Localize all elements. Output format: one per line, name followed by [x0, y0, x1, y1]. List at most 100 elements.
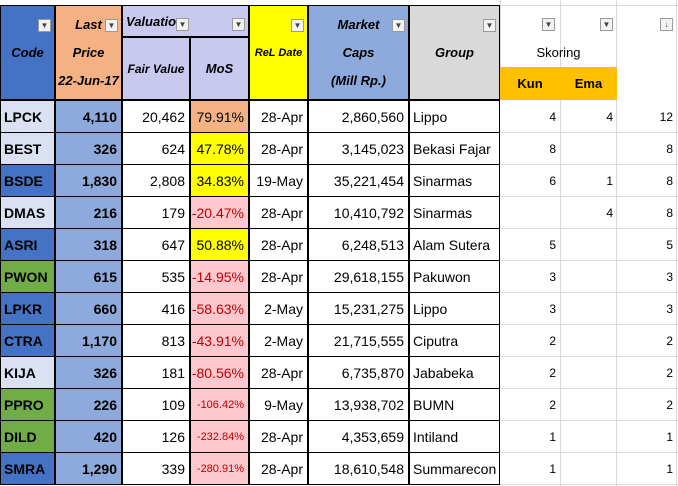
cell-ema[interactable]: 1	[560, 164, 617, 197]
cell-caps[interactable]: 6,248,513	[308, 228, 409, 261]
cell-total[interactable]: 1	[617, 452, 677, 485]
cell-code[interactable]: ASRI	[0, 228, 55, 261]
cell-ema[interactable]	[560, 420, 617, 453]
cell-caps[interactable]: 21,715,555	[308, 324, 409, 357]
cell-group[interactable]: Bekasi Fajar	[409, 132, 500, 165]
cell-mos[interactable]: -58.63%	[190, 292, 249, 325]
cell-total[interactable]: 2	[617, 388, 677, 421]
cell-mos[interactable]: -20.47%	[190, 196, 249, 229]
cell-fair[interactable]: 109	[122, 388, 190, 421]
cell-price[interactable]: 4,110	[55, 100, 122, 133]
cell-ema[interactable]	[560, 388, 617, 421]
cell-date[interactable]: 28-Apr	[249, 196, 308, 229]
cell-kun[interactable]: 1	[500, 452, 560, 485]
cell-group[interactable]: Alam Sutera	[409, 228, 500, 261]
cell-mos[interactable]: 34.83%	[190, 164, 249, 197]
cell-date[interactable]: 28-Apr	[249, 228, 308, 261]
cell-price[interactable]: 615	[55, 260, 122, 293]
cell-price[interactable]: 1,170	[55, 324, 122, 357]
cell-kun[interactable]: 8	[500, 132, 560, 165]
cell-total[interactable]: 2	[617, 356, 677, 389]
cell-date[interactable]: 28-Apr	[249, 356, 308, 389]
cell-caps[interactable]: 10,410,792	[308, 196, 409, 229]
filter-dropdown-icon[interactable]: ▼	[232, 18, 245, 31]
cell-group[interactable]: Pakuwon	[409, 260, 500, 293]
cell-mos[interactable]: -232.84%	[190, 420, 249, 453]
cell-ema[interactable]: 4	[560, 100, 617, 133]
cell-caps[interactable]: 2,860,560	[308, 100, 409, 133]
cell-code[interactable]: BSDE	[0, 164, 55, 197]
sort-descending-icon[interactable]: ↓	[660, 18, 673, 31]
cell-date[interactable]: 9-May	[249, 388, 308, 421]
cell-date[interactable]: 28-Apr	[249, 100, 308, 133]
filter-dropdown-icon[interactable]: ▼	[483, 19, 496, 32]
cell-mos[interactable]: 47.78%	[190, 132, 249, 165]
cell-price[interactable]: 420	[55, 420, 122, 453]
cell-caps[interactable]: 18,610,548	[308, 452, 409, 485]
cell-total[interactable]: 3	[617, 260, 677, 293]
cell-fair[interactable]: 624	[122, 132, 190, 165]
cell-group[interactable]: Sinarmas	[409, 196, 500, 229]
cell-code[interactable]: PWON	[0, 260, 55, 293]
cell-group[interactable]: Lippo	[409, 100, 500, 133]
cell-code[interactable]: DILD	[0, 420, 55, 453]
cell-mos[interactable]: 50.88%	[190, 228, 249, 261]
cell-mos[interactable]: -106.42%	[190, 388, 249, 421]
cell-group[interactable]: Summarecon	[409, 452, 500, 485]
cell-total[interactable]: 2	[617, 324, 677, 357]
filter-dropdown-icon[interactable]: ▼	[392, 19, 405, 32]
cell-code[interactable]: DMAS	[0, 196, 55, 229]
cell-total[interactable]: 12	[617, 100, 677, 133]
cell-caps[interactable]: 35,221,454	[308, 164, 409, 197]
cell-ema[interactable]	[560, 292, 617, 325]
cell-kun[interactable]: 2	[500, 388, 560, 421]
cell-group[interactable]: Intiland	[409, 420, 500, 453]
filter-dropdown-icon[interactable]: ▼	[291, 19, 304, 32]
cell-fair[interactable]: 535	[122, 260, 190, 293]
cell-caps[interactable]: 4,353,659	[308, 420, 409, 453]
cell-code[interactable]: SMRA	[0, 452, 55, 485]
filter-dropdown-icon[interactable]: ▼	[176, 18, 189, 31]
cell-code[interactable]: LPKR	[0, 292, 55, 325]
cell-total[interactable]: 3	[617, 292, 677, 325]
cell-code[interactable]: PPRO	[0, 388, 55, 421]
cell-price[interactable]: 226	[55, 388, 122, 421]
cell-fair[interactable]: 20,462	[122, 100, 190, 133]
cell-date[interactable]: 28-Apr	[249, 420, 308, 453]
filter-dropdown-icon[interactable]: ▼	[542, 18, 555, 31]
cell-group[interactable]: Jababeka	[409, 356, 500, 389]
cell-price[interactable]: 1,830	[55, 164, 122, 197]
cell-kun[interactable]: 3	[500, 260, 560, 293]
filter-dropdown-icon[interactable]: ▼	[38, 19, 51, 32]
cell-date[interactable]: 28-Apr	[249, 452, 308, 485]
cell-kun[interactable]: 1	[500, 420, 560, 453]
cell-mos[interactable]: -14.95%	[190, 260, 249, 293]
cell-price[interactable]: 326	[55, 356, 122, 389]
cell-total[interactable]: 8	[617, 132, 677, 165]
cell-ema[interactable]	[560, 260, 617, 293]
cell-group[interactable]: Ciputra	[409, 324, 500, 357]
cell-price[interactable]: 1,290	[55, 452, 122, 485]
cell-date[interactable]: 2-May	[249, 292, 308, 325]
cell-ema[interactable]	[560, 356, 617, 389]
cell-kun[interactable]: 5	[500, 228, 560, 261]
filter-dropdown-icon[interactable]: ▼	[105, 19, 118, 32]
cell-price[interactable]: 216	[55, 196, 122, 229]
cell-caps[interactable]: 6,735,870	[308, 356, 409, 389]
cell-ema[interactable]	[560, 324, 617, 357]
cell-price[interactable]: 326	[55, 132, 122, 165]
cell-fair[interactable]: 339	[122, 452, 190, 485]
cell-mos[interactable]: -280.91%	[190, 452, 249, 485]
cell-kun[interactable]: 3	[500, 292, 560, 325]
cell-total[interactable]: 5	[617, 228, 677, 261]
cell-ema[interactable]	[560, 228, 617, 261]
cell-group[interactable]: BUMN	[409, 388, 500, 421]
cell-ema[interactable]	[560, 132, 617, 165]
cell-kun[interactable]: 2	[500, 356, 560, 389]
cell-ema[interactable]: 4	[560, 196, 617, 229]
cell-fair[interactable]: 2,808	[122, 164, 190, 197]
cell-mos[interactable]: 79.91%	[190, 100, 249, 133]
cell-price[interactable]: 660	[55, 292, 122, 325]
cell-fair[interactable]: 181	[122, 356, 190, 389]
cell-caps[interactable]: 13,938,702	[308, 388, 409, 421]
